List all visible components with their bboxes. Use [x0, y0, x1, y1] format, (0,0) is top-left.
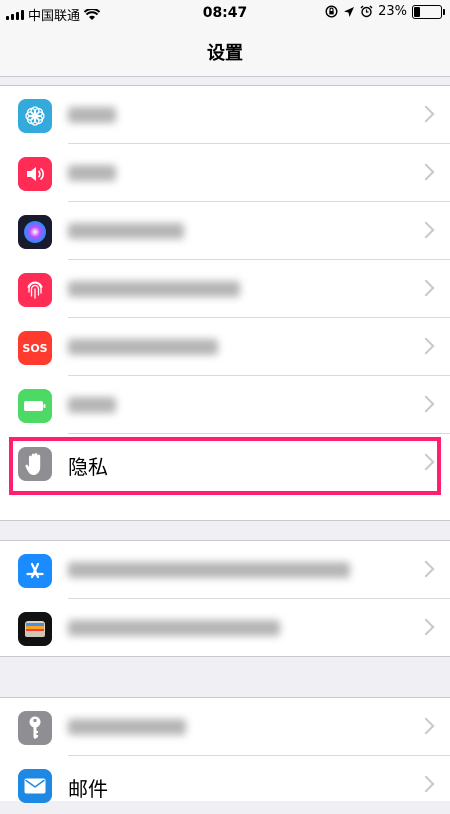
settings-group-2	[0, 540, 450, 657]
battery-percent: 23%	[378, 4, 407, 19]
settings-row-app-store[interactable]	[0, 541, 450, 599]
blurred-label	[68, 719, 186, 735]
chevron-right-icon	[417, 775, 435, 793]
settings-row-wallet[interactable]	[0, 599, 450, 657]
hand-icon	[18, 447, 52, 481]
status-bar: 中国联通 08:47 23%	[0, 0, 450, 26]
settings-group-1: SOS 隐私	[0, 85, 450, 521]
settings-row-touchid[interactable]	[0, 260, 450, 318]
chevron-right-icon	[417, 717, 435, 735]
blurred-label	[68, 165, 116, 181]
chevron-right-icon	[417, 221, 435, 239]
nav-bar: 设置	[0, 26, 450, 77]
settings-row-mail[interactable]: 邮件	[0, 756, 450, 814]
fingerprint-icon	[18, 273, 52, 307]
blurred-label	[68, 281, 240, 297]
location-icon	[344, 6, 355, 17]
siri-icon	[18, 215, 52, 249]
flower-icon	[18, 99, 52, 133]
mail-label: 邮件	[68, 777, 108, 801]
settings-row-sos[interactable]: SOS	[0, 318, 450, 376]
chevron-right-icon	[417, 105, 435, 123]
chevron-right-icon	[417, 618, 435, 636]
chevron-right-icon	[417, 560, 435, 578]
settings-row-general[interactable]	[0, 86, 450, 144]
blurred-label	[68, 562, 350, 578]
settings-row-sounds[interactable]	[0, 144, 450, 202]
wallet-icon	[18, 612, 52, 646]
app-store-icon	[18, 554, 52, 588]
rotation-lock-icon	[325, 5, 338, 18]
chevron-right-icon	[417, 163, 435, 181]
blurred-label	[68, 397, 116, 413]
settings-row-privacy[interactable]: 隐私	[0, 434, 450, 492]
privacy-label: 隐私	[68, 455, 108, 479]
sos-icon: SOS	[18, 331, 52, 365]
chevron-right-icon	[417, 337, 435, 355]
page-title: 设置	[207, 43, 243, 64]
battery-setting-icon	[18, 389, 52, 423]
mail-icon	[18, 769, 52, 803]
speaker-icon	[18, 157, 52, 191]
chevron-right-icon	[417, 453, 435, 471]
blurred-label	[68, 223, 184, 239]
status-icons: 23%	[325, 4, 445, 19]
blurred-label	[68, 339, 218, 355]
battery-fill	[414, 6, 421, 17]
alarm-icon	[360, 5, 373, 18]
blurred-label	[68, 107, 116, 123]
svg-text:SOS: SOS	[22, 342, 47, 355]
blurred-label	[68, 620, 280, 636]
settings-row-battery[interactable]	[0, 376, 450, 434]
chevron-right-icon	[417, 279, 435, 297]
chevron-right-icon	[417, 395, 435, 413]
settings-row-siri[interactable]	[0, 202, 450, 260]
battery-icon	[412, 4, 445, 19]
settings-group-3: 邮件	[0, 697, 450, 803]
key-icon	[18, 711, 52, 745]
settings-row-passwords[interactable]	[0, 698, 450, 756]
